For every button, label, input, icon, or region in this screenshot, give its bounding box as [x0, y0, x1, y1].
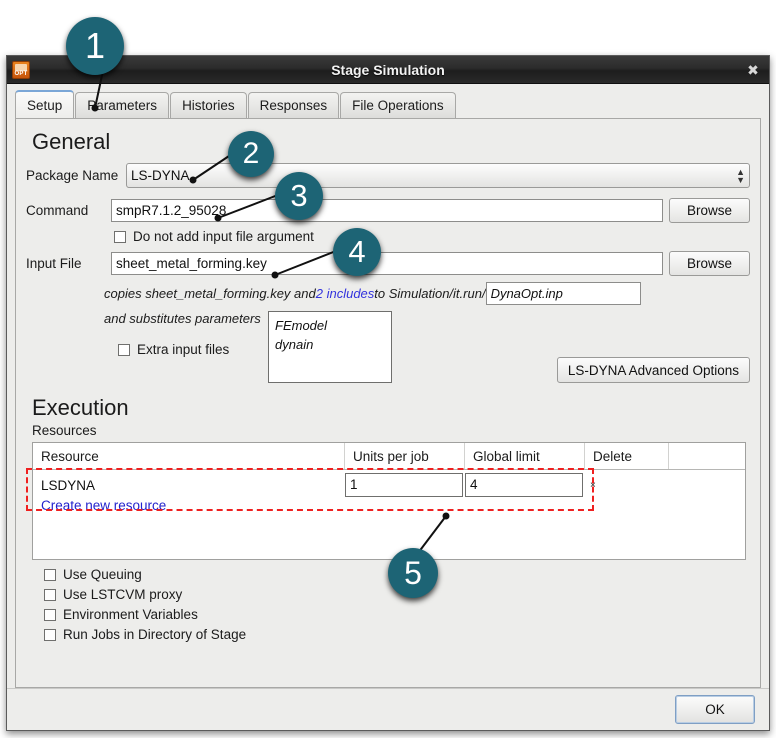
callout-badge-5: 5 [388, 548, 438, 598]
global-limit-input[interactable]: 4 [465, 473, 583, 497]
use-lstcvm-proxy-checkbox[interactable] [44, 588, 56, 601]
resources-table-wrap: Resource Units per job Global limit Dele… [26, 442, 746, 560]
callout-badge-5-number: 5 [404, 554, 422, 591]
tab-histories[interactable]: Histories [170, 92, 247, 118]
list-item[interactable]: FEmodel [275, 316, 385, 335]
no-input-arg-label: Do not add input file argument [133, 229, 314, 244]
no-input-arg-checkbox[interactable] [114, 230, 126, 243]
delete-row-icon[interactable]: × [590, 480, 596, 491]
extra-input-files-row[interactable]: Extra input files [118, 342, 264, 357]
cell-resource-name: LSDYNA [41, 477, 96, 493]
run-jobs-in-stage-dir-row[interactable]: Run Jobs in Directory of Stage [44, 627, 750, 642]
use-queuing-label: Use Queuing [63, 567, 142, 582]
list-item[interactable]: dynain [275, 335, 385, 354]
lsdyna-advanced-options-button[interactable]: LS-DYNA Advanced Options [556, 357, 750, 383]
ls-opt-logo-icon [12, 60, 30, 79]
package-name-row: Package Name LS-DYNA ▲ ▼ [26, 163, 750, 188]
callout-badge-2-number: 2 [242, 137, 260, 170]
extra-input-files-label: Extra input files [137, 342, 230, 357]
tab-file-operations[interactable]: File Operations [340, 92, 456, 118]
tab-file-operations-label: File Operations [352, 98, 444, 113]
command-row: Command smpR7.1.2_95028 Browse [26, 198, 750, 223]
chevron-updown-icon: ▲ ▼ [736, 166, 745, 185]
callout-badge-1: 1 [66, 17, 124, 75]
stage-simulation-window: Stage Simulation ✖ Setup Parameters Hist… [6, 55, 770, 731]
tab-parameters[interactable]: Parameters [75, 92, 170, 118]
includes-link[interactable]: 2 includes [316, 286, 375, 301]
window-titlebar: Stage Simulation ✖ [7, 56, 769, 84]
cell-delete: × [585, 470, 669, 500]
environment-variables-label: Environment Variables [63, 607, 198, 622]
run-jobs-in-stage-dir-label: Run Jobs in Directory of Stage [63, 627, 247, 642]
tab-setup-label: Setup [27, 97, 63, 113]
col-global-limit: Global limit [465, 443, 585, 469]
command-browse-button[interactable]: Browse [669, 198, 750, 223]
resources-label: Resources [32, 423, 97, 438]
units-per-job-input[interactable]: 1 [345, 473, 463, 497]
callout-badge-3-number: 3 [290, 178, 308, 213]
use-lstcvm-proxy-label: Use LSTCVM proxy [63, 587, 183, 602]
ok-button[interactable]: OK [675, 695, 755, 724]
package-name-value: LS-DYNA [131, 168, 190, 183]
substitutes-text: and substitutes parameters [104, 311, 261, 326]
substitutes-block: and substitutes parameters Extra input f… [26, 311, 750, 383]
run-jobs-in-stage-dir-checkbox[interactable] [44, 628, 56, 641]
tab-bar: Setup Parameters Histories Responses Fil… [15, 90, 769, 118]
command-label: Command [26, 203, 89, 218]
tab-setup[interactable]: Setup [15, 90, 75, 118]
execution-heading: Execution [32, 395, 129, 420]
close-icon[interactable]: ✖ [745, 62, 761, 78]
input-file-input[interactable]: sheet_metal_forming.key [111, 252, 663, 275]
col-delete: Delete [585, 443, 669, 469]
environment-variables-checkbox[interactable] [44, 608, 56, 621]
tab-responses[interactable]: Responses [247, 92, 340, 118]
copies-row: copies sheet_metal_forming.key and 2 inc… [104, 282, 750, 305]
dyna-input-name-input[interactable]: DynaOpt.inp [485, 282, 641, 305]
setup-panel: General Package Name LS-DYNA ▲ ▼ Command … [15, 118, 761, 688]
callout-badge-1-number: 1 [84, 25, 106, 66]
environment-variables-row[interactable]: Environment Variables [44, 607, 750, 622]
command-input[interactable]: smpR7.1.2_95028 [111, 199, 663, 222]
col-resource: Resource [33, 443, 345, 469]
window-footer: OK [7, 688, 769, 730]
screenshot-root: Stage Simulation ✖ Setup Parameters Hist… [0, 0, 776, 738]
callout-badge-3: 3 [275, 172, 323, 220]
cell-global-limit: 4 [465, 470, 585, 500]
col-spacer [669, 443, 745, 469]
tab-responses-label: Responses [259, 98, 328, 113]
include-files-listbox[interactable]: FEmodel dynain [268, 311, 392, 383]
tab-histories-label: Histories [182, 98, 235, 113]
cell-units-per-job: 1 [345, 470, 465, 500]
callout-badge-4: 4 [333, 228, 381, 276]
window-title: Stage Simulation [331, 61, 445, 78]
callout-badge-2: 2 [228, 131, 274, 177]
use-queuing-checkbox[interactable] [44, 568, 56, 581]
resources-table-header: Resource Units per job Global limit Dele… [33, 443, 745, 470]
extra-input-files-checkbox[interactable] [118, 343, 130, 356]
input-file-browse-button[interactable]: Browse [669, 251, 750, 276]
callout-badge-4-number: 4 [348, 234, 366, 269]
create-new-resource-link[interactable]: Create new resource [33, 498, 745, 513]
input-file-label: Input File [26, 256, 82, 271]
table-row[interactable]: LSDYNA 1 4 × [33, 470, 745, 500]
tab-parameters-label: Parameters [87, 98, 158, 113]
input-file-row: Input File sheet_metal_forming.key Brows… [26, 251, 750, 276]
no-input-arg-row[interactable]: Do not add input file argument [114, 229, 750, 244]
col-units-per-job: Units per job [345, 443, 465, 469]
general-heading: General [32, 129, 111, 154]
copies-suffix-text: to Simulation/it.run/ [374, 286, 486, 301]
resources-table: Resource Units per job Global limit Dele… [32, 442, 746, 560]
package-name-combobox[interactable]: LS-DYNA ▲ ▼ [126, 163, 750, 188]
package-name-label: Package Name [26, 168, 119, 183]
copies-prefix-text: copies sheet_metal_forming.key and [104, 286, 316, 301]
